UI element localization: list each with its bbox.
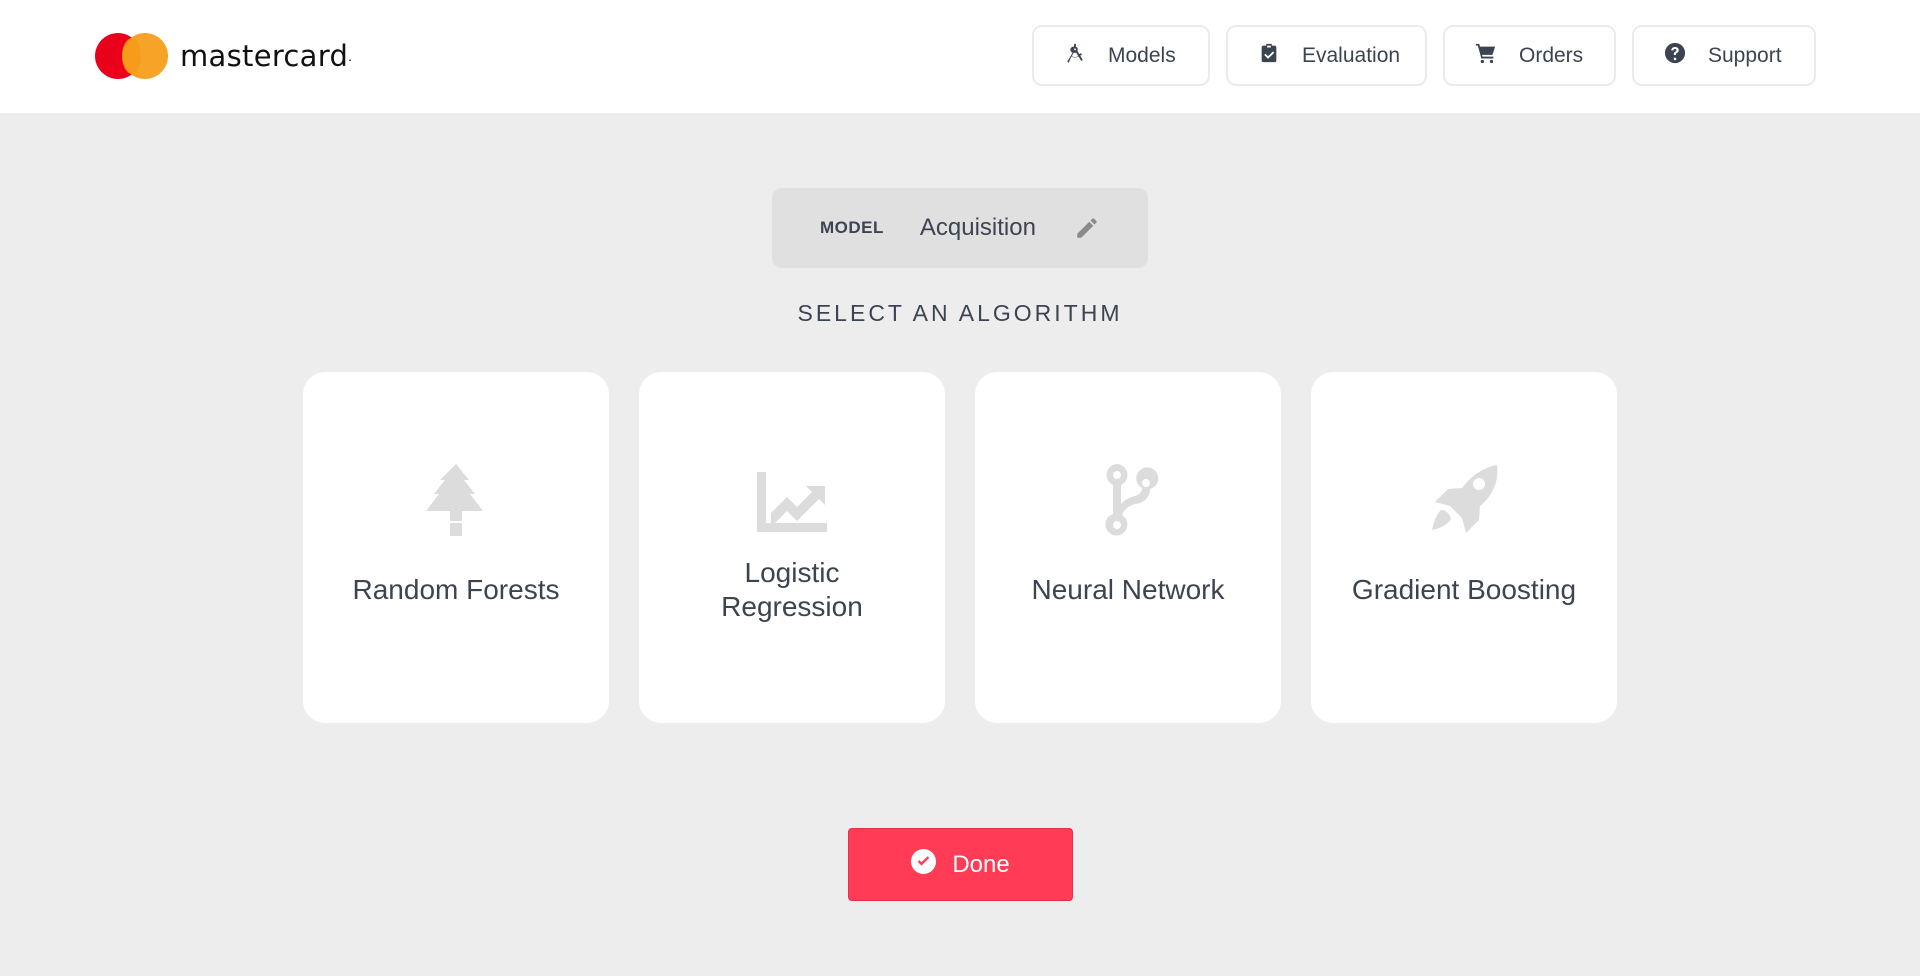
mastercard-logo-icon — [95, 33, 168, 79]
rocket-icon — [1429, 464, 1499, 536]
tree-icon — [421, 464, 491, 536]
nav-models-button[interactable]: Models — [1032, 25, 1210, 86]
algorithm-cards: Random Forests Logistic Regression Neura… — [303, 372, 1617, 723]
mastercard-logo[interactable]: mastercard. — [95, 33, 352, 79]
done-button[interactable]: Done — [848, 828, 1073, 901]
pencil-icon[interactable] — [1074, 215, 1100, 241]
model-name-pill: MODEL Acquisition — [772, 188, 1148, 268]
algorithm-label: Gradient Boosting — [1351, 574, 1577, 605]
nav-support-label: Support — [1708, 43, 1782, 67]
nav-models-label: Models — [1108, 43, 1176, 67]
brand-name: mastercard — [180, 39, 349, 73]
nav-evaluation-button[interactable]: Evaluation — [1226, 25, 1427, 86]
algorithm-label-line-1: Logistic — [744, 557, 840, 588]
algorithm-card-gradient-boosting[interactable]: Gradient Boosting — [1311, 372, 1617, 723]
algorithm-label: Random Forests — [352, 574, 560, 605]
algorithm-card-logistic-regression[interactable]: Logistic Regression — [639, 372, 945, 723]
algorithm-label: Neural Network — [1031, 574, 1225, 605]
compass-drafting-icon — [1064, 42, 1086, 70]
question-circle-icon — [1664, 42, 1686, 70]
algorithm-card-random-forests[interactable]: Random Forests — [303, 372, 609, 723]
brand-mark: . — [348, 48, 353, 64]
shopping-cart-icon — [1475, 42, 1497, 70]
nav-support-button[interactable]: Support — [1632, 25, 1816, 86]
top-bar: mastercard. Models Evaluation Orders Sup… — [0, 0, 1920, 113]
main-nav: Models Evaluation Orders Support — [1032, 25, 1816, 86]
clipboard-check-icon — [1258, 42, 1280, 70]
model-label: MODEL — [820, 218, 884, 237]
algorithm-label-line-2: Regression — [721, 591, 863, 622]
done-label: Done — [952, 850, 1010, 878]
model-name: Acquisition — [919, 214, 1036, 241]
nav-orders-label: Orders — [1519, 43, 1584, 67]
section-heading: SELECT AN ALGORITHM — [797, 300, 1123, 326]
code-branch-icon — [1093, 464, 1163, 536]
check-circle-icon — [911, 848, 937, 881]
algorithm-card-neural-network[interactable]: Neural Network — [975, 372, 1281, 723]
chart-area-icon — [757, 464, 827, 536]
nav-orders-button[interactable]: Orders — [1443, 25, 1616, 86]
nav-evaluation-label: Evaluation — [1302, 43, 1401, 67]
